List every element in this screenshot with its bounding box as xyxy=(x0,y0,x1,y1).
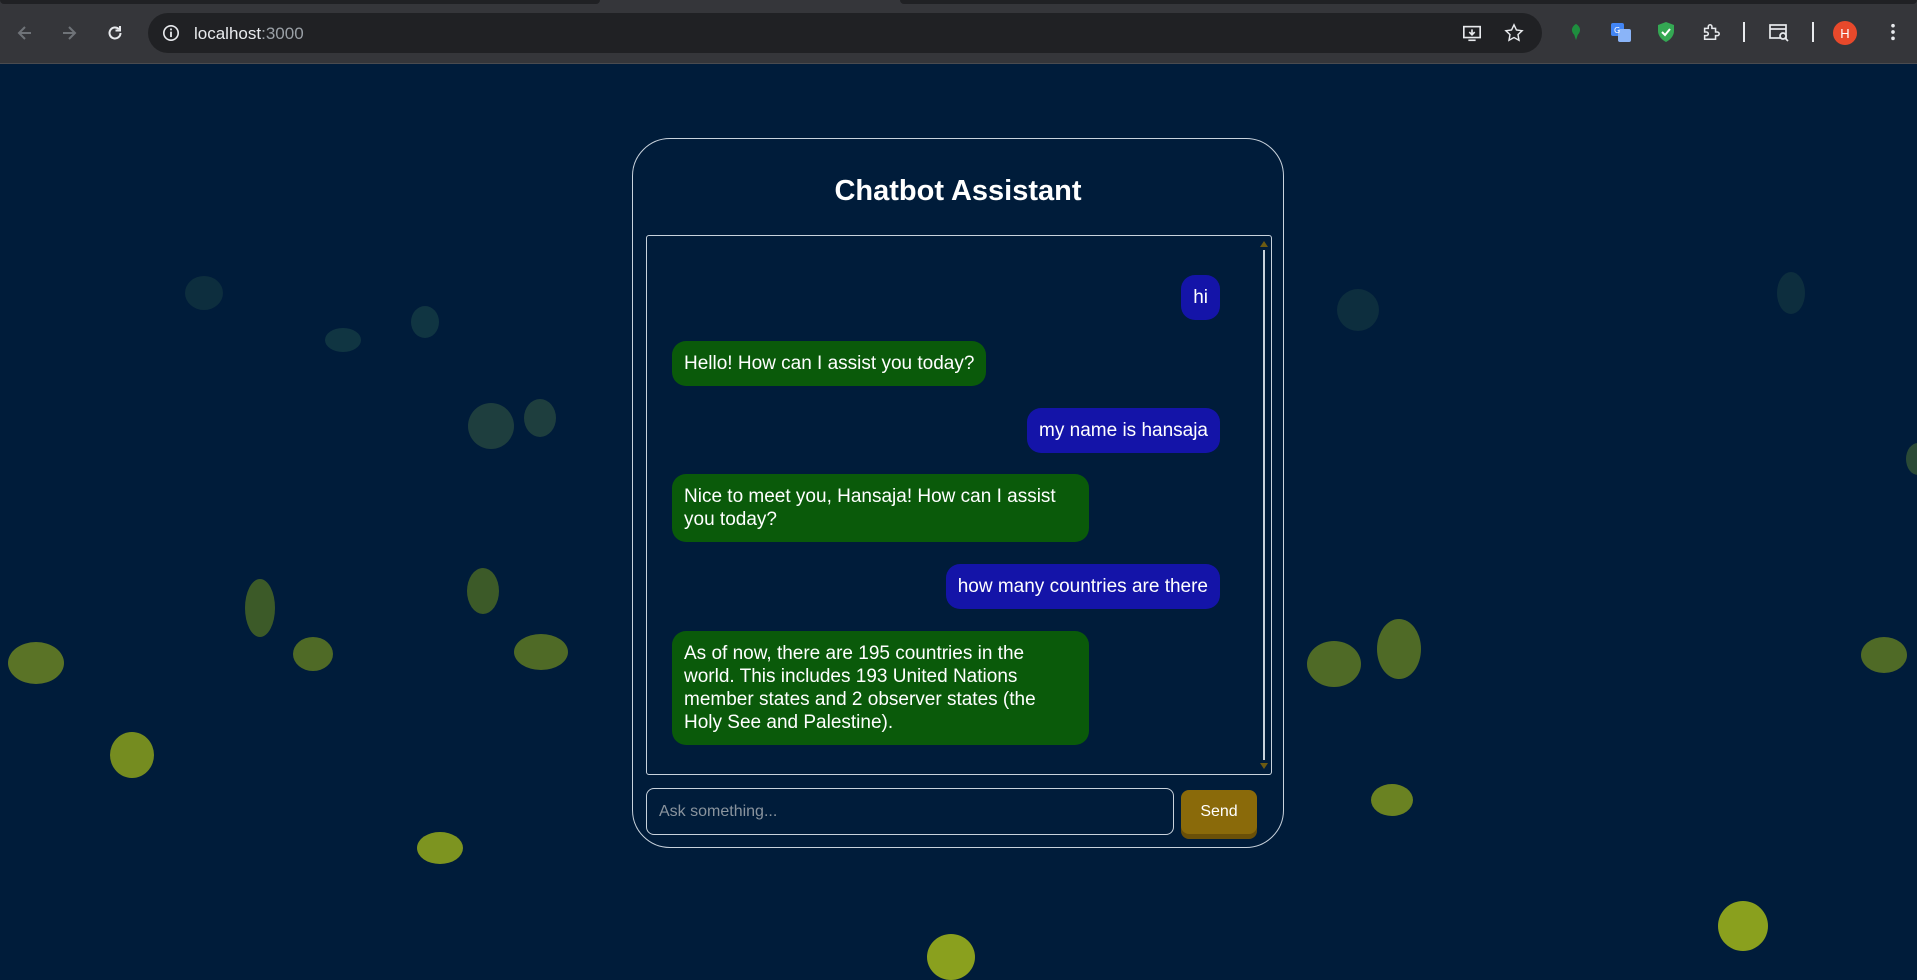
green-leaf-extension-icon[interactable] xyxy=(1564,20,1588,44)
background-bubble xyxy=(1307,641,1361,687)
background-bubble xyxy=(1371,784,1413,816)
background-bubble xyxy=(1718,901,1768,951)
svg-text:G: G xyxy=(1614,26,1620,35)
url-port: :3000 xyxy=(261,24,304,43)
background-bubble xyxy=(467,568,499,614)
info-icon[interactable] xyxy=(158,20,184,46)
toolbar-separator xyxy=(1743,22,1745,42)
message-input[interactable] xyxy=(646,788,1174,835)
address-bar[interactable]: localhost:3000 xyxy=(148,13,1542,53)
bot-message: Nice to meet you, Hansaja! How can I ass… xyxy=(672,474,1089,542)
background-bubble xyxy=(514,634,568,670)
background-bubble xyxy=(411,306,439,338)
url-host: localhost xyxy=(194,24,262,43)
bot-message: As of now, there are 195 countries in th… xyxy=(672,631,1089,745)
back-arrow-icon[interactable] xyxy=(8,16,42,50)
puzzle-icon[interactable] xyxy=(1699,20,1723,44)
background-bubble xyxy=(110,732,154,778)
user-message: my name is hansaja xyxy=(1027,408,1220,453)
background-bubble xyxy=(1861,637,1907,673)
url-text[interactable]: localhost:3000 xyxy=(194,24,304,44)
forward-arrow-icon[interactable] xyxy=(52,16,86,50)
kebab-menu-icon[interactable] xyxy=(1881,20,1905,44)
background-bubble xyxy=(293,637,333,671)
install-app-icon[interactable] xyxy=(1460,21,1484,45)
translate-extension-icon[interactable]: G xyxy=(1609,20,1633,44)
tab-strip xyxy=(0,0,1917,4)
scroll-down-arrow-icon[interactable] xyxy=(1260,763,1268,769)
scroll-up-arrow-icon[interactable] xyxy=(1260,241,1268,247)
background-bubble xyxy=(1906,443,1917,475)
background-bubble xyxy=(245,579,275,637)
chat-container: Chatbot Assistant hi Hello! How can I as… xyxy=(632,138,1284,848)
send-button[interactable]: Send xyxy=(1181,790,1257,834)
chat-title: Chatbot Assistant xyxy=(834,175,1082,207)
scrollbar[interactable] xyxy=(1257,236,1271,774)
background-bubble xyxy=(185,276,223,310)
shield-extension-icon[interactable] xyxy=(1654,20,1678,44)
background-bubble xyxy=(927,934,975,980)
browser-toolbar: localhost:3000 G H xyxy=(0,0,1917,64)
scrollbar-track[interactable] xyxy=(1263,250,1265,760)
background-bubble xyxy=(1777,272,1805,314)
reload-icon[interactable] xyxy=(98,16,132,50)
message-list[interactable]: hi Hello! How can I assist you today? my… xyxy=(646,235,1272,775)
user-message: hi xyxy=(1181,275,1220,320)
toolbar-separator xyxy=(1812,22,1814,42)
tab-search-icon[interactable] xyxy=(1767,20,1791,44)
background-bubble xyxy=(1337,289,1379,331)
background-bubble xyxy=(1377,619,1421,679)
background-bubble xyxy=(524,399,556,437)
input-row: Send xyxy=(646,788,1272,836)
background-bubble xyxy=(468,403,514,449)
background-bubble xyxy=(417,832,463,864)
background-bubble xyxy=(325,328,361,352)
bot-message: Hello! How can I assist you today? xyxy=(672,341,987,386)
user-message: how many countries are there xyxy=(945,564,1220,609)
star-icon[interactable] xyxy=(1502,21,1526,45)
background-bubble xyxy=(8,642,64,684)
profile-avatar[interactable]: H xyxy=(1833,21,1857,45)
